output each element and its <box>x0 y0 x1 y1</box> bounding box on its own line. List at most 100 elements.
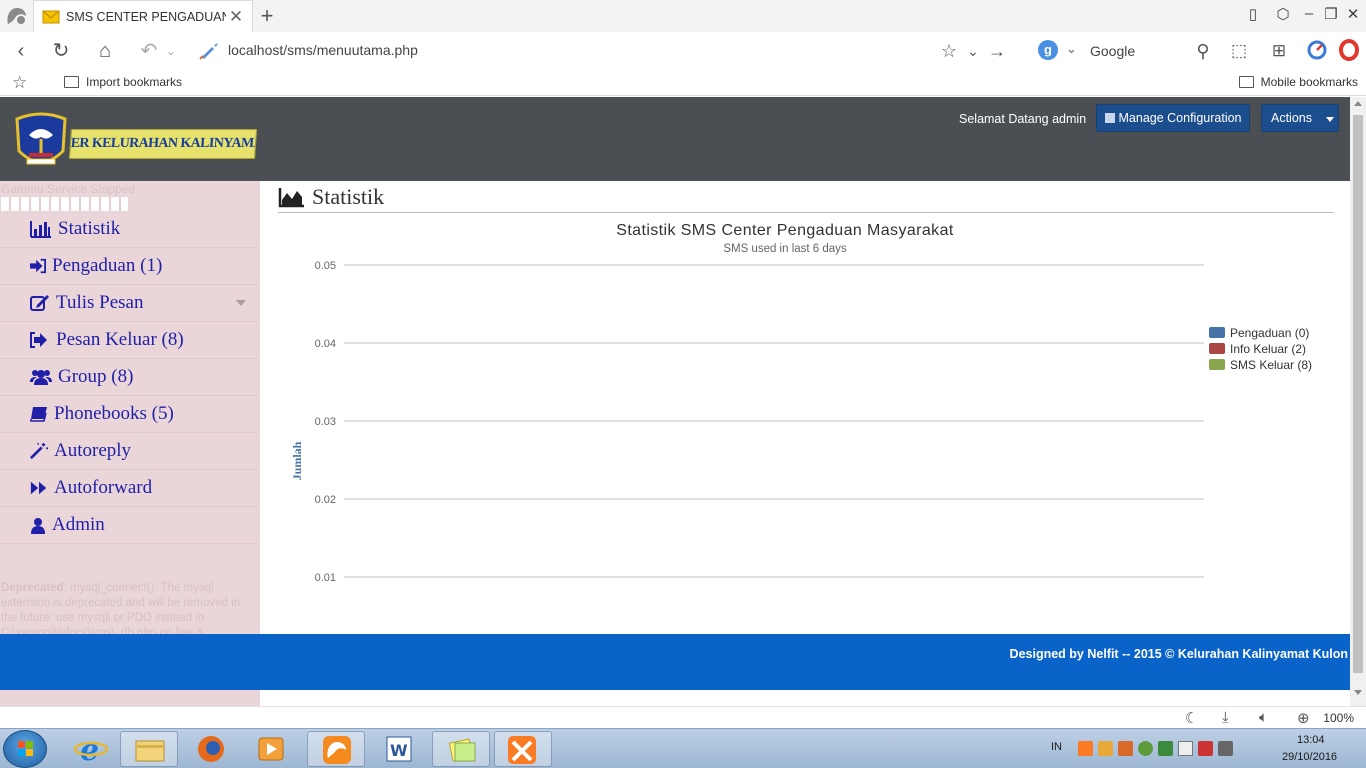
browser-tabbar: SMS CENTER PENGADUAN ✕ + ▯ ⬡ – ❐ ✕ <box>0 0 1366 32</box>
back-icon[interactable]: ‹ <box>8 39 34 63</box>
taskbar-word-icon[interactable]: W <box>370 731 428 767</box>
address-bar[interactable]: localhost/sms/menuutama.php <box>196 38 1016 64</box>
windows-icon <box>1104 113 1115 123</box>
language-indicator[interactable]: IN <box>1051 741 1062 753</box>
bookmarks-star-icon[interactable]: ☆ <box>12 73 27 93</box>
sidebar-item-label: Phonebooks (5) <box>54 403 174 424</box>
mobile-bookmarks-button[interactable]: Mobile bookmarks <box>1238 75 1358 89</box>
main-content: Statistik Statistik SMS Center Pengaduan… <box>260 181 1350 634</box>
taskbar-explorer-icon[interactable] <box>120 731 178 767</box>
undo-dropdown-icon[interactable]: ⌄ <box>158 39 184 63</box>
uc-browser-logo-icon[interactable] <box>4 4 30 28</box>
taskbar-uc-browser-icon[interactable] <box>307 731 365 767</box>
tab-close-icon[interactable]: ✕ <box>226 7 246 27</box>
sidebar-item-group[interactable]: Group (8) <box>0 359 258 396</box>
chart-subtitle: SMS used in last 6 days <box>723 243 847 255</box>
bookmark-star-icon[interactable]: ☆ <box>936 39 962 63</box>
sidebar-item-pengaduan[interactable]: Pengaduan (1) <box>0 248 258 285</box>
windows-taskbar: e W IN 13:04 29/10/2016 <box>0 728 1366 768</box>
sidebar-item-statistik[interactable]: Statistik <box>0 211 258 248</box>
welcome-text: Selamat Datang admin <box>959 112 1087 126</box>
bookmarks-bar: ☆ Import bookmarks Mobile bookmarks <box>0 70 1366 96</box>
sidebar-item-pesan-keluar[interactable]: Pesan Keluar (8) <box>0 322 258 359</box>
maximize-icon[interactable]: ❐ <box>1320 5 1342 23</box>
url-dropdown-icon[interactable]: ⌄ <box>960 39 986 63</box>
tray-battery-icon[interactable] <box>1198 741 1213 756</box>
scroll-down-icon[interactable] <box>1354 690 1362 695</box>
taskbar-ie-icon[interactable]: e <box>62 731 120 768</box>
y-tick-label: 0.03 <box>315 416 336 428</box>
reload-icon[interactable]: ↻ <box>48 39 74 63</box>
night-mode-icon[interactable]: ☾ <box>1185 709 1198 727</box>
home-icon[interactable]: ⌂ <box>92 39 118 63</box>
zoom-level[interactable]: 100% <box>1323 711 1354 725</box>
windows-logo-icon <box>18 741 33 756</box>
new-tab-icon[interactable]: + <box>257 3 277 29</box>
screen: SMS CENTER PENGADUAN ✕ + ▯ ⬡ – ❐ ✕ ‹ ↻ ⌂… <box>0 0 1366 768</box>
legend-swatch <box>1209 359 1225 370</box>
clock-date[interactable]: 29/10/2016 <box>1282 751 1337 763</box>
tray-network-icon[interactable] <box>1138 741 1153 756</box>
tray-speaker-icon[interactable] <box>1118 741 1133 756</box>
screenshot-icon[interactable]: ⬚ <box>1226 39 1252 63</box>
actions-button[interactable]: Actions <box>1261 104 1339 132</box>
sidebar-item-phonebooks[interactable]: Phonebooks (5) <box>0 396 258 433</box>
go-arrow-icon[interactable]: → <box>984 39 1010 63</box>
minimize-icon[interactable]: – <box>1298 5 1320 22</box>
gammu-status: Gammu Service Stopped <box>1 182 136 196</box>
volume-icon[interactable]: 🔈︎ <box>1259 709 1268 726</box>
sidebar: Gammu Service Stopped Statistik Pengadua… <box>0 181 260 706</box>
zoom-icon[interactable]: ⊕ <box>1297 709 1310 727</box>
legend-swatch <box>1209 327 1225 338</box>
tray-alert-icon[interactable] <box>1098 741 1113 756</box>
bar-chart-icon <box>30 220 52 238</box>
windows-start-button[interactable] <box>3 730 47 768</box>
mobile-folder-icon <box>1238 76 1254 88</box>
y-tick-label: 0.02 <box>315 494 336 506</box>
sidebar-item-label: Pengaduan (1) <box>52 255 163 276</box>
sidebar-item-admin[interactable]: Admin <box>0 507 258 544</box>
legend-item: Pengaduan (0) <box>1230 326 1309 340</box>
tray-volume-icon[interactable] <box>1218 741 1233 756</box>
app-header: SMS CENTER KELURAHAN KALINYAMAT KULON Se… <box>0 97 1350 181</box>
apps-icon[interactable]: ⊞ <box>1266 39 1292 63</box>
sidebar-item-autoreply[interactable]: Autoreply <box>0 433 258 470</box>
sidebar-item-label: Group (8) <box>58 366 134 387</box>
tab-list-icon[interactable]: ▯ <box>1242 5 1264 23</box>
tray-app-icon[interactable] <box>1158 741 1173 756</box>
browser-tab[interactable]: SMS CENTER PENGADUAN ✕ <box>33 0 253 32</box>
tray-flag-icon[interactable] <box>1178 741 1193 756</box>
section-title: Statistik <box>312 183 385 209</box>
close-window-icon[interactable]: ✕ <box>1342 5 1364 23</box>
edit-icon <box>30 294 50 312</box>
chevron-down-icon[interactable] <box>236 300 246 306</box>
tab-title: SMS CENTER PENGADUAN <box>66 9 226 24</box>
opera-extension-icon[interactable] <box>1336 39 1362 63</box>
sidebar-item-autoforward[interactable]: Autoforward <box>0 470 258 507</box>
speed-dial-icon[interactable] <box>1304 39 1330 63</box>
taskbar-xampp-icon[interactable] <box>494 731 552 767</box>
forward-icon <box>30 479 48 497</box>
city-emblem-icon <box>15 112 67 165</box>
sidebar-item-tulis-pesan[interactable]: Tulis Pesan <box>0 285 258 322</box>
taskbar-media-player-icon[interactable] <box>242 731 300 767</box>
skin-icon[interactable]: ⬡ <box>1272 5 1294 23</box>
manage-configuration-button[interactable]: Manage Configuration <box>1096 104 1250 132</box>
scroll-up-icon[interactable] <box>1354 101 1362 106</box>
taskbar-sticky-notes-icon[interactable] <box>432 731 490 767</box>
import-bookmarks-label: Import bookmarks <box>86 75 183 89</box>
search-icon[interactable]: ⚲ <box>1190 39 1216 63</box>
magic-wand-icon <box>30 442 48 460</box>
system-tray <box>1078 741 1233 756</box>
search-engine-icon[interactable]: g <box>1038 40 1058 60</box>
download-icon[interactable]: ⤓ <box>1222 709 1229 726</box>
browser-statusbar: ☾ ⤓ 🔈︎ ⊕ 100% <box>0 706 1366 728</box>
tray-xampp-icon[interactable] <box>1078 741 1093 756</box>
taskbar-firefox-icon[interactable] <box>182 731 240 767</box>
search-engine-dropdown-icon[interactable]: ⌄ <box>1066 41 1077 57</box>
sidebar-item-label: Autoreply <box>54 440 132 461</box>
clock-time[interactable]: 13:04 <box>1297 734 1325 746</box>
page-scrollbar[interactable] <box>1350 97 1366 706</box>
import-bookmarks-button[interactable]: Import bookmarks <box>64 75 182 89</box>
scroll-thumb[interactable] <box>1353 115 1363 673</box>
